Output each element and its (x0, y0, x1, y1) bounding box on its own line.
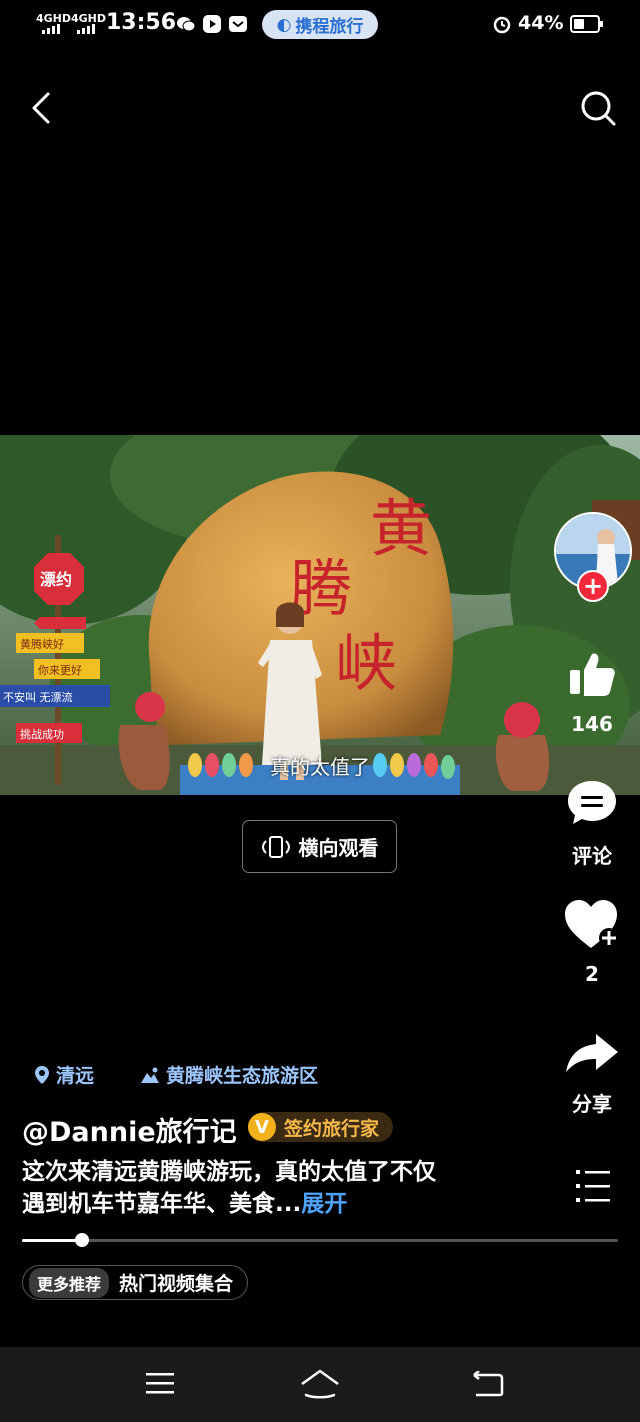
playlist-icon[interactable] (572, 1166, 612, 1206)
video-frame: 黄 腾 峡 漂约 黄腾峡好 你来更好 不安叫 无漂流 挑战成功 (0, 435, 640, 795)
location-city[interactable]: 清远 (34, 1061, 94, 1088)
share-label: 分享 (572, 1092, 612, 1116)
status-bar: 4GHD 4GHD 13:56 ◐ 携程旅行 44% (0, 0, 640, 50)
favorite-button[interactable]: 2 (552, 898, 632, 986)
verified-v-icon: V (248, 1113, 276, 1141)
progress-fill (22, 1239, 82, 1242)
author-name[interactable]: @Dannie旅行记 (22, 1110, 237, 1149)
system-nav-bar (0, 1347, 640, 1422)
signal-bars-icon (77, 24, 95, 34)
location-city-label: 清远 (56, 1065, 95, 1087)
ctrip-logo-icon: ◐ (276, 14, 292, 35)
video-app-icon (203, 15, 221, 33)
battery-fill (574, 19, 584, 29)
video-player[interactable]: 黄 腾 峡 漂约 黄腾峡好 你来更好 不安叫 无漂流 挑战成功 (0, 435, 640, 795)
rotate-phone-icon (261, 835, 290, 858)
battery-percent: 44% (518, 12, 564, 34)
mountain-icon (141, 1067, 159, 1083)
comment-icon (568, 781, 616, 824)
thumbs-up-icon (570, 653, 615, 696)
signal-bars-icon (42, 24, 60, 34)
comment-button[interactable]: 评论 (552, 778, 632, 869)
recommend-label: 热门视频集合 (119, 1273, 234, 1295)
recommend-chip[interactable]: 更多推荐 热门视频集合 (22, 1265, 249, 1300)
expand-link[interactable]: 展开 (301, 1191, 347, 1217)
recommend-tag: 更多推荐 (29, 1267, 110, 1298)
sign-text-2: 黄腾峡好 (20, 637, 64, 651)
landscape-view-label: 横向观看 (298, 836, 379, 860)
app-badge: ◐ 携程旅行 (262, 10, 378, 39)
video-subtitle: 真的太值了 (270, 755, 370, 779)
share-arrow-icon (566, 1034, 618, 1072)
app-badge-label: 携程旅行 (295, 17, 364, 37)
video-description[interactable]: 这次来清远黄腾峡游玩，真的太值了不仅 遇到机车节嘉年华、美食...展开 (22, 1156, 542, 1220)
battery-icon (570, 15, 603, 33)
author-badge-label: 签约旅行家 (284, 1117, 380, 1140)
status-time: 13:56 (106, 10, 177, 35)
signal-1-label: 4GHD (36, 12, 72, 25)
author-badge: V 签约旅行家 (248, 1112, 394, 1142)
alarm-icon (493, 16, 511, 34)
description-line-1: 这次来清远黄腾峡游玩，真的太值了不仅 (22, 1159, 436, 1185)
mail-icon (229, 16, 247, 32)
rock-char-3: 峡 (335, 627, 397, 700)
search-icon[interactable] (578, 88, 618, 128)
signal-2-label: 4GHD (71, 12, 107, 25)
rock-char-1: 黄 (370, 492, 432, 565)
location-spot[interactable]: 黄腾峡生态旅游区 (140, 1061, 318, 1088)
location-spot-label: 黄腾峡生态旅游区 (166, 1065, 319, 1087)
home-icon[interactable] (298, 1367, 342, 1401)
plus-icon: + (582, 572, 604, 600)
progress-knob[interactable] (74, 1233, 89, 1247)
video-progress-bar[interactable] (22, 1233, 618, 1247)
location-pin-icon (35, 1065, 49, 1084)
back-nav-icon[interactable] (470, 1371, 506, 1399)
sign-text-4: 不安叫 无漂流 (3, 690, 73, 704)
sign-text-5: 挑战成功 (20, 727, 64, 741)
share-button[interactable]: 分享 (552, 1030, 632, 1117)
heart-plus-icon (565, 900, 619, 948)
favorite-count: 2 (585, 962, 599, 986)
follow-button[interactable]: + (577, 570, 609, 602)
menu-icon[interactable] (144, 1371, 176, 1397)
comment-label: 评论 (572, 844, 612, 868)
sign-text-1: 漂约 (40, 570, 72, 589)
wechat-icon (177, 17, 196, 32)
like-count: 146 (571, 712, 613, 736)
sign-text-3: 你来更好 (38, 663, 82, 677)
back-icon[interactable] (28, 90, 56, 126)
landscape-view-button[interactable]: 横向观看 (242, 820, 397, 873)
like-button[interactable]: 146 (552, 648, 632, 736)
description-line-2: 遇到机车节嘉年华、美食... (22, 1191, 302, 1217)
